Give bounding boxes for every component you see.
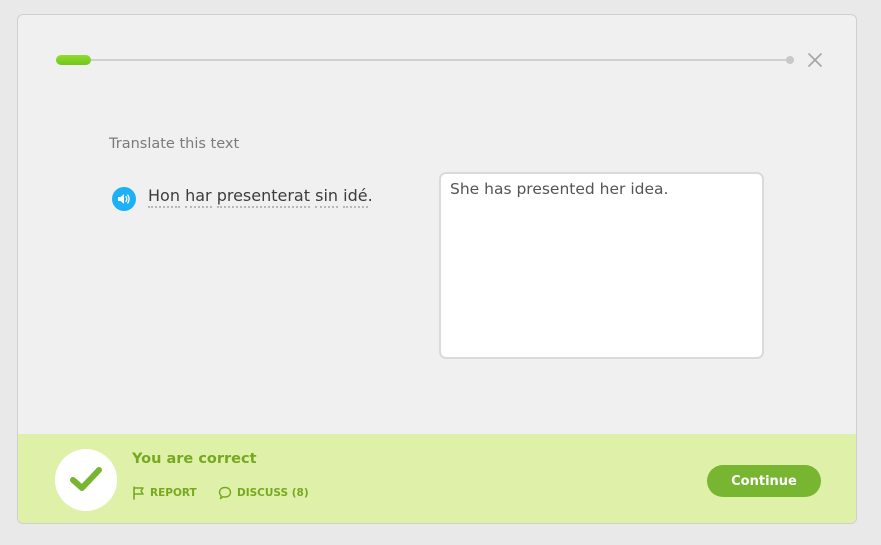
progress-end-dot (786, 56, 794, 64)
close-icon (808, 53, 822, 67)
source-sentence: Hon har presenterat sin idé. (148, 186, 373, 208)
sentence-word[interactable]: presenterat (216, 186, 311, 208)
sentence-word[interactable]: har (185, 186, 212, 208)
sentence-word[interactable]: Hon (148, 186, 180, 208)
speaker-button[interactable] (112, 187, 136, 211)
close-button[interactable] (805, 50, 825, 70)
flag-icon (133, 486, 144, 500)
checkmark-icon (70, 467, 102, 491)
progress-bar (56, 55, 794, 65)
result-badge (55, 449, 117, 511)
prompt-label: Translate this text (109, 136, 240, 152)
answer-input[interactable]: She has presented her idea. (439, 172, 764, 359)
discuss-label: DISCUSS (8) (237, 487, 309, 499)
result-title: You are correct (132, 451, 257, 467)
sentence-word[interactable]: idé (343, 186, 368, 208)
continue-button[interactable]: Continue (707, 465, 821, 497)
report-button[interactable]: REPORT (132, 486, 197, 500)
sentence-punctuation: . (367, 186, 373, 205)
discuss-button[interactable]: DISCUSS (8) (218, 486, 309, 500)
progress-fill (56, 55, 91, 65)
report-label: REPORT (150, 487, 197, 499)
lesson-card: Translate this text Hon har presenterat … (17, 14, 857, 524)
speaker-icon (118, 194, 130, 204)
feedback-footer: You are correct REPORT DISCUSS (8) Conti… (18, 434, 856, 523)
sentence-word[interactable]: sin (315, 186, 339, 208)
speech-bubble-icon (218, 486, 232, 500)
